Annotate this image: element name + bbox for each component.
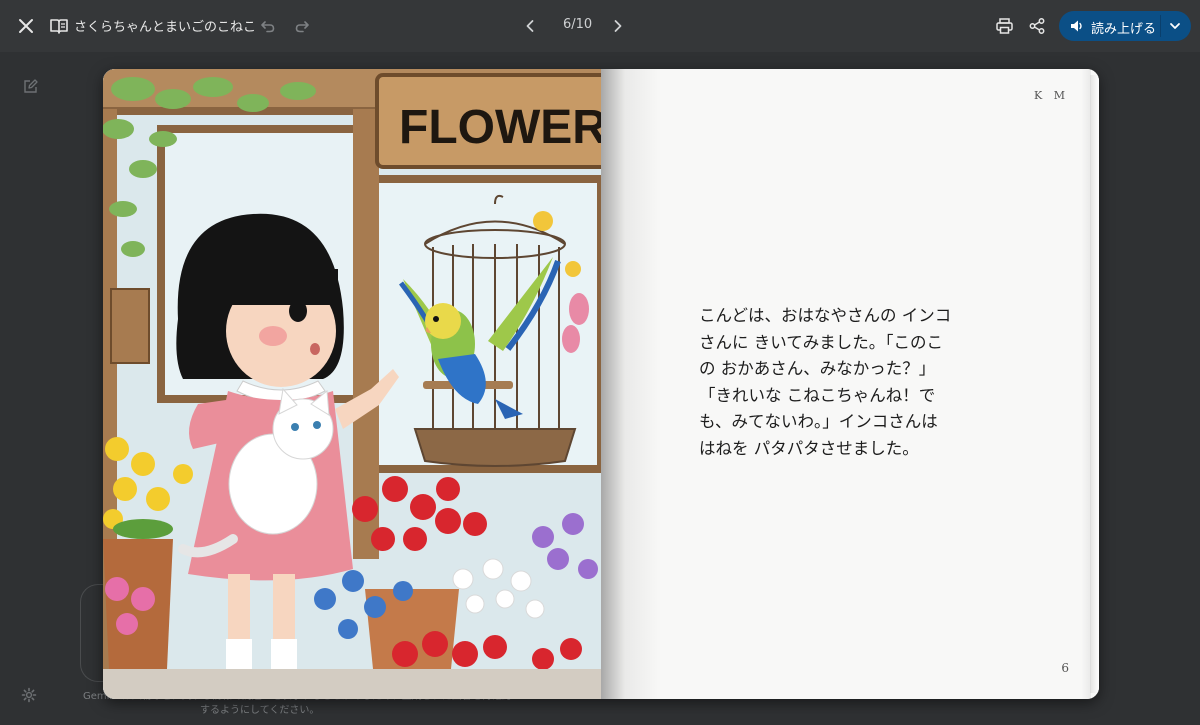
text-page: K M こんどは、おはなやさんの インコ さんに きいてみました。「このこ の … <box>601 69 1099 699</box>
settings-icon[interactable] <box>19 685 39 705</box>
story-line: こんどは、おはなやさんの インコ <box>699 306 952 325</box>
disclaimer-line-2: するようにしてください。 <box>200 705 320 716</box>
chevron-down-icon[interactable] <box>1167 19 1183 33</box>
undo-icon[interactable] <box>258 16 278 36</box>
edit-icon[interactable] <box>20 76 40 96</box>
story-line: はねを パタパタさせました。 <box>699 438 919 458</box>
story-line: も、みてないわ。」インコさんは <box>699 412 938 431</box>
side-rail <box>0 52 62 725</box>
button-divider <box>1160 15 1161 37</box>
speaker-icon <box>1069 18 1085 34</box>
story-title: さくらちゃんとまいごのこねこ <box>74 20 257 35</box>
close-icon[interactable] <box>14 14 38 38</box>
story-text: こんどは、おはなやさんの インコ さんに きいてみました。「このこ の おかあさ… <box>699 303 999 462</box>
illustration-page: FLOWER <box>103 69 601 699</box>
story-line: の おかあさん、みなかった？」 <box>699 359 936 378</box>
top-toolbar: さくらちゃんとまいごのこねこ 6/10 読み上げる <box>0 0 1200 52</box>
read-aloud-button[interactable]: 読み上げる <box>1059 11 1191 41</box>
story-line: 「きれいな こねこちゃんね！で <box>699 385 936 405</box>
story-line: さんに きいてみました。「このこ <box>699 332 943 352</box>
page-number: 6 <box>1061 661 1069 675</box>
page-indicator: 6/10 <box>563 17 593 32</box>
storybook-spread: FLOWER K M こんどは、おはなやさんの インコ さんに きいてみました。… <box>103 69 1099 699</box>
chevron-left-icon[interactable] <box>520 15 540 37</box>
shop-sign: FLOWER <box>399 101 601 154</box>
page-edge <box>1090 75 1099 693</box>
author-initials: K M <box>1034 89 1069 102</box>
book-spine-shadow <box>601 69 661 699</box>
chevron-right-icon[interactable] <box>608 15 628 37</box>
read-aloud-label: 読み上げる <box>1091 22 1157 37</box>
book-icon <box>49 16 69 36</box>
print-icon[interactable] <box>993 15 1015 37</box>
flower-shop-illustration: FLOWER <box>103 69 601 699</box>
share-icon[interactable] <box>1026 15 1048 37</box>
redo-icon[interactable] <box>292 16 312 36</box>
